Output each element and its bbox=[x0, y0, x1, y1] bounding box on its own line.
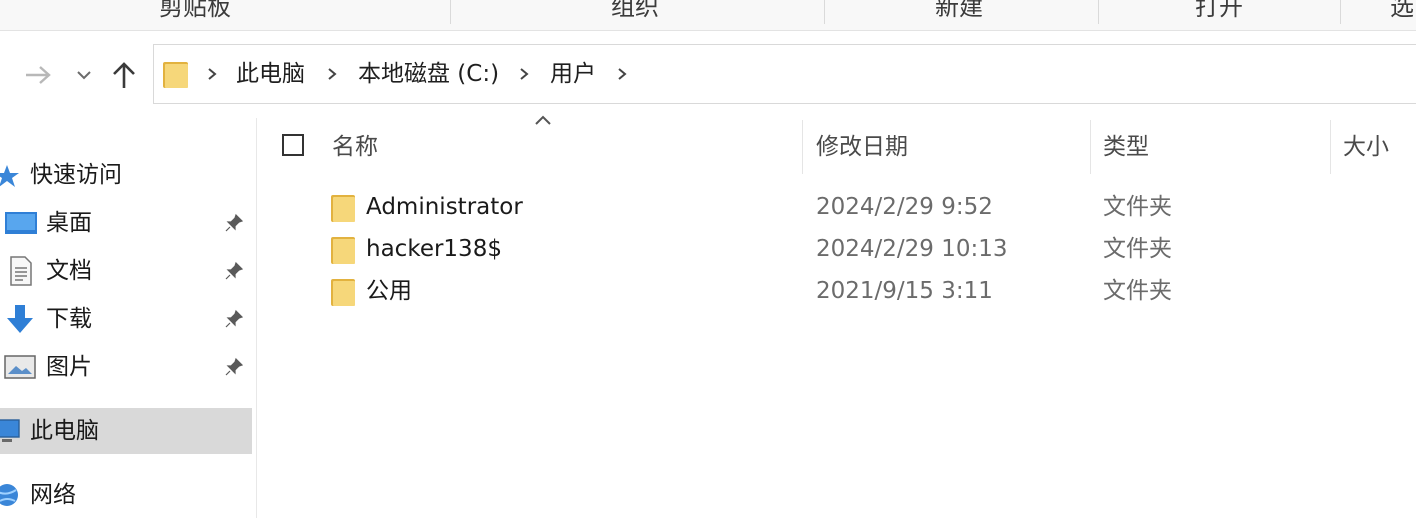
folder-icon bbox=[163, 62, 188, 88]
file-name: Administrator bbox=[366, 194, 523, 220]
column-name[interactable]: 名称 bbox=[332, 118, 378, 176]
pin-icon[interactable] bbox=[224, 309, 244, 329]
sidebar-item-label: 网络 bbox=[30, 482, 76, 508]
breadcrumb-this-pc[interactable]: 此电脑 bbox=[236, 45, 305, 103]
ribbon-group-clipboard: 剪贴板 bbox=[159, 0, 231, 21]
sidebar-item-label: 桌面 bbox=[46, 210, 92, 236]
forward-button[interactable] bbox=[22, 58, 54, 92]
file-date-modified: 2024/2/29 10:13 bbox=[816, 236, 1008, 262]
ribbon-group-select: 选 bbox=[1390, 0, 1414, 21]
file-row[interactable]: Administrator 2024/2/29 9:52 文件夹 bbox=[262, 186, 1416, 228]
breadcrumb-chevron-icon[interactable] bbox=[616, 67, 628, 81]
file-type: 文件夹 bbox=[1103, 194, 1172, 220]
breadcrumb-local-disk[interactable]: 本地磁盘 (C:) bbox=[358, 45, 499, 103]
arrow-right-icon bbox=[26, 66, 51, 84]
file-row[interactable]: hacker138$ 2024/2/29 10:13 文件夹 bbox=[262, 228, 1416, 270]
ribbon-divider bbox=[1098, 0, 1099, 24]
file-type: 文件夹 bbox=[1103, 236, 1172, 262]
file-type: 文件夹 bbox=[1103, 278, 1172, 304]
star-icon bbox=[0, 165, 19, 187]
ribbon-divider bbox=[824, 0, 825, 24]
address-bar[interactable]: 此电脑 本地磁盘 (C:) 用户 bbox=[153, 44, 1416, 104]
sidebar-item-documents[interactable]: 文档 bbox=[0, 248, 252, 294]
sidebar-item-pictures[interactable]: 图片 bbox=[0, 344, 252, 390]
column-divider[interactable] bbox=[802, 120, 803, 174]
recent-locations-button[interactable] bbox=[70, 58, 98, 92]
sidebar-item-label: 文档 bbox=[46, 258, 92, 284]
ribbon-group-labels: 剪贴板 组织 新建 打开 选 bbox=[0, 0, 1416, 31]
sidebar-item-label: 下载 bbox=[46, 306, 92, 332]
ribbon-divider bbox=[450, 0, 451, 24]
file-row[interactable]: 公用 2021/9/15 3:11 文件夹 bbox=[262, 270, 1416, 312]
file-name: 公用 bbox=[366, 278, 412, 304]
ribbon-divider bbox=[1340, 0, 1341, 24]
ribbon-group-open: 打开 bbox=[1195, 0, 1243, 21]
breadcrumb-users[interactable]: 用户 bbox=[550, 45, 596, 103]
desktop-icon bbox=[5, 212, 37, 234]
ribbon-group-organize: 组织 bbox=[611, 0, 659, 21]
pin-icon[interactable] bbox=[224, 213, 244, 233]
up-button[interactable] bbox=[108, 58, 140, 92]
column-size[interactable]: 大小 bbox=[1343, 118, 1389, 176]
arrow-up-icon bbox=[113, 62, 135, 88]
column-date-modified[interactable]: 修改日期 bbox=[816, 118, 908, 176]
network-icon bbox=[0, 484, 18, 506]
column-type[interactable]: 类型 bbox=[1103, 118, 1149, 176]
sidebar-item-desktop[interactable]: 桌面 bbox=[0, 200, 252, 246]
select-all-checkbox[interactable] bbox=[282, 134, 304, 156]
pin-icon[interactable] bbox=[224, 357, 244, 377]
sidebar-item-quick-access[interactable]: 快速访问 bbox=[0, 152, 252, 198]
sidebar-item-network[interactable]: 网络 bbox=[0, 472, 252, 518]
navigation-pane: 快速访问 桌面 文档 下载 图片 此电脑 网络 bbox=[0, 118, 257, 518]
file-name: hacker138$ bbox=[366, 236, 502, 262]
sidebar-item-label: 快速访问 bbox=[30, 162, 122, 188]
ribbon-group-new: 新建 bbox=[935, 0, 983, 21]
sidebar-item-downloads[interactable]: 下载 bbox=[0, 296, 252, 342]
sort-ascending-icon bbox=[535, 115, 551, 125]
file-date-modified: 2024/2/29 9:52 bbox=[816, 194, 993, 220]
sidebar-item-label: 图片 bbox=[46, 354, 92, 380]
folder-icon bbox=[331, 237, 355, 264]
folder-icon bbox=[331, 195, 355, 222]
breadcrumb-chevron-icon[interactable] bbox=[326, 67, 338, 81]
column-header-row: 名称 修改日期 类型 大小 bbox=[262, 115, 1416, 176]
folder-icon bbox=[331, 279, 355, 306]
document-icon bbox=[10, 256, 32, 286]
breadcrumb-chevron-icon[interactable] bbox=[206, 67, 218, 81]
computer-icon bbox=[0, 419, 20, 442]
column-divider[interactable] bbox=[1090, 120, 1091, 174]
breadcrumb-chevron-icon[interactable] bbox=[518, 67, 530, 81]
pin-icon[interactable] bbox=[224, 261, 244, 281]
chevron-down-icon bbox=[77, 71, 91, 80]
download-icon bbox=[7, 305, 33, 333]
picture-icon bbox=[4, 355, 36, 379]
column-divider[interactable] bbox=[1330, 120, 1331, 174]
file-date-modified: 2021/9/15 3:11 bbox=[816, 278, 993, 304]
sidebar-item-label: 此电脑 bbox=[30, 418, 99, 444]
sidebar-item-this-pc[interactable]: 此电脑 bbox=[0, 408, 252, 454]
